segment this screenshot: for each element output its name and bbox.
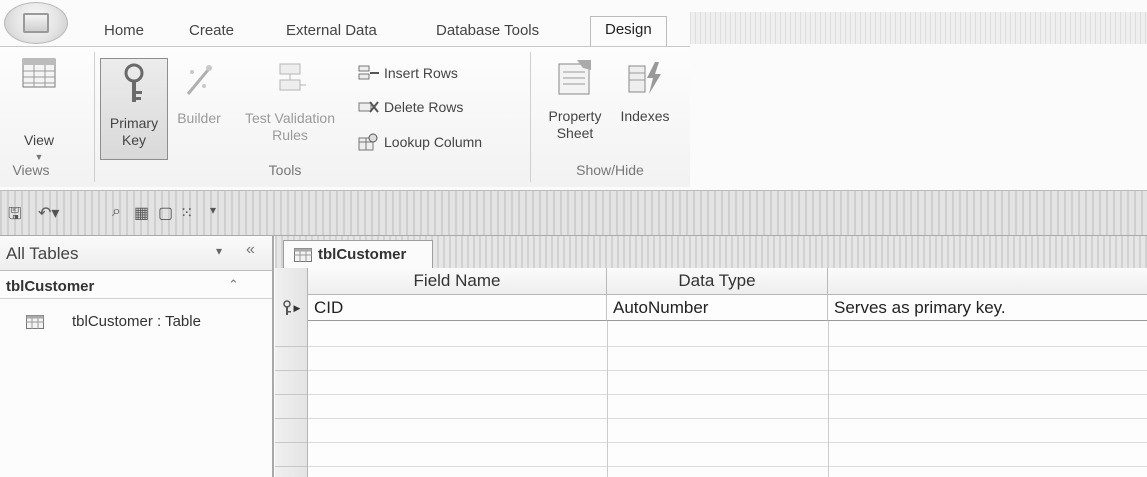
property-sheet-label-line1: Property bbox=[548, 108, 602, 124]
indexes-button[interactable]: Indexes bbox=[612, 58, 678, 125]
group-label-tools: Tools bbox=[268, 162, 302, 178]
insert-rows-button[interactable]: Insert Rows bbox=[358, 64, 458, 82]
insert-rows-icon bbox=[358, 65, 379, 80]
insert-rows-label: Insert Rows bbox=[384, 65, 458, 81]
row-selector-line bbox=[275, 370, 307, 371]
table-icon bbox=[26, 315, 44, 329]
nav-item-label: tblCustomer : Table bbox=[72, 313, 201, 330]
row-selector-line bbox=[275, 394, 307, 395]
property-sheet-icon bbox=[558, 60, 591, 95]
view-button-label: View bbox=[23, 132, 55, 148]
group-label-show-hide: Show/Hide bbox=[576, 162, 644, 178]
indexes-lightning-icon bbox=[628, 62, 661, 94]
lookup-column-button[interactable]: Lookup Column bbox=[358, 132, 482, 152]
collapse-group-icon[interactable]: ⌃ bbox=[228, 277, 239, 293]
save-icon[interactable]: 🖫 bbox=[8, 203, 22, 230]
grid-row-line bbox=[308, 418, 1147, 419]
table-cell-data-type[interactable]: AutoNumber bbox=[607, 295, 828, 321]
lookup-column-label: Lookup Column bbox=[384, 134, 483, 150]
group-separator bbox=[530, 52, 531, 182]
table-design-grid: Field Name Data Type ▶ CID AutoNumber Se… bbox=[275, 268, 1147, 477]
indexes-label: Indexes bbox=[620, 108, 670, 124]
customize-qat-icon[interactable]: ▾ bbox=[210, 203, 216, 217]
datasheet-view-icon bbox=[22, 58, 56, 88]
current-row-arrow-icon: ▶ bbox=[293, 302, 301, 313]
table-icon bbox=[294, 247, 312, 262]
column-header-field-name[interactable]: Field Name bbox=[308, 268, 607, 295]
layout-icon[interactable]: ⁙ bbox=[180, 203, 193, 223]
grid-row-line bbox=[308, 370, 1147, 371]
view-button[interactable]: View ▼ bbox=[14, 56, 64, 166]
tab-database-tools[interactable]: Database Tools bbox=[430, 20, 545, 41]
primary-key-button[interactable]: Primary Key bbox=[100, 58, 168, 160]
row-selector-line bbox=[275, 466, 307, 467]
builder-button[interactable]: Builder bbox=[166, 60, 232, 127]
tab-create[interactable]: Create bbox=[183, 20, 240, 41]
row-selector-line bbox=[275, 418, 307, 419]
test-validation-rules-button[interactable]: Test Validation Rules bbox=[232, 60, 348, 144]
document-tab-bar: tblCustomer bbox=[275, 236, 1147, 269]
grid-row-line bbox=[308, 442, 1147, 443]
tab-home[interactable]: Home bbox=[98, 20, 150, 41]
tab-external-data[interactable]: External Data bbox=[280, 20, 383, 41]
property-sheet-button[interactable]: Property Sheet bbox=[540, 58, 610, 142]
document-tab-label: tblCustomer bbox=[318, 246, 407, 263]
test-validation-label-line1: Test Validation bbox=[244, 110, 335, 126]
nav-group-header[interactable]: tblCustomer ⌃ bbox=[0, 274, 272, 299]
quick-access-toolbar: 🖫 ↶▾ ⌕ ▦ ▢ ⁙ ▾ bbox=[0, 190, 1147, 236]
grid-column-line bbox=[607, 321, 608, 477]
test-validation-icon bbox=[279, 63, 306, 91]
ribbon-tabs: Home Create External Data Database Tools… bbox=[70, 16, 1147, 49]
nav-header[interactable]: All Tables ▾ « bbox=[0, 236, 272, 271]
grid-column-line bbox=[828, 321, 829, 477]
grid-row-line bbox=[308, 466, 1147, 467]
nav-item-table[interactable]: tblCustomer : Table bbox=[0, 310, 272, 334]
tab-design[interactable]: Design bbox=[590, 16, 667, 49]
primary-key-row-icon bbox=[282, 300, 291, 315]
office-logo-icon bbox=[23, 13, 49, 33]
grid-row-line bbox=[308, 346, 1147, 347]
table-cell-description[interactable]: Serves as primary key. bbox=[828, 295, 1147, 321]
undo-icon[interactable]: ↶▾ bbox=[38, 203, 59, 223]
nav-header-title: All Tables bbox=[6, 244, 79, 263]
table-cell-field-name[interactable]: CID bbox=[308, 295, 607, 321]
primary-key-label-line1: Primary bbox=[109, 115, 159, 131]
builder-label: Builder bbox=[177, 110, 221, 126]
office-button[interactable] bbox=[4, 2, 68, 44]
collapse-pane-icon[interactable]: « bbox=[246, 241, 255, 259]
column-header-description[interactable] bbox=[828, 268, 1147, 295]
grid-row-line bbox=[308, 394, 1147, 395]
navigation-pane: All Tables ▾ « tblCustomer ⌃ tblCustomer… bbox=[0, 236, 274, 477]
key-icon bbox=[124, 63, 144, 102]
delete-rows-label: Delete Rows bbox=[384, 99, 464, 115]
column-header-data-type[interactable]: Data Type bbox=[607, 268, 828, 295]
document-tab-tblcustomer[interactable]: tblCustomer bbox=[283, 240, 433, 268]
delete-rows-icon bbox=[358, 101, 379, 113]
datasheet-icon[interactable]: ▦ bbox=[134, 203, 149, 223]
row-selector-current[interactable]: ▶ bbox=[275, 295, 307, 321]
lookup-column-icon bbox=[358, 133, 378, 151]
row-selector-line bbox=[275, 346, 307, 347]
group-separator bbox=[94, 52, 95, 182]
row-selector-line bbox=[275, 442, 307, 443]
property-sheet-label-line2: Sheet bbox=[556, 125, 594, 141]
builder-wand-icon bbox=[186, 65, 212, 95]
delete-rows-button[interactable]: Delete Rows bbox=[358, 98, 463, 116]
primary-key-label-line2: Key bbox=[121, 132, 147, 148]
group-label-views: Views bbox=[12, 162, 50, 178]
form-icon[interactable]: ▢ bbox=[158, 203, 173, 223]
test-validation-label-line2: Rules bbox=[272, 127, 308, 143]
nav-group-title: tblCustomer bbox=[6, 278, 95, 295]
nav-dropdown-icon[interactable]: ▾ bbox=[216, 244, 222, 258]
find-icon[interactable]: ⌕ bbox=[112, 203, 121, 221]
